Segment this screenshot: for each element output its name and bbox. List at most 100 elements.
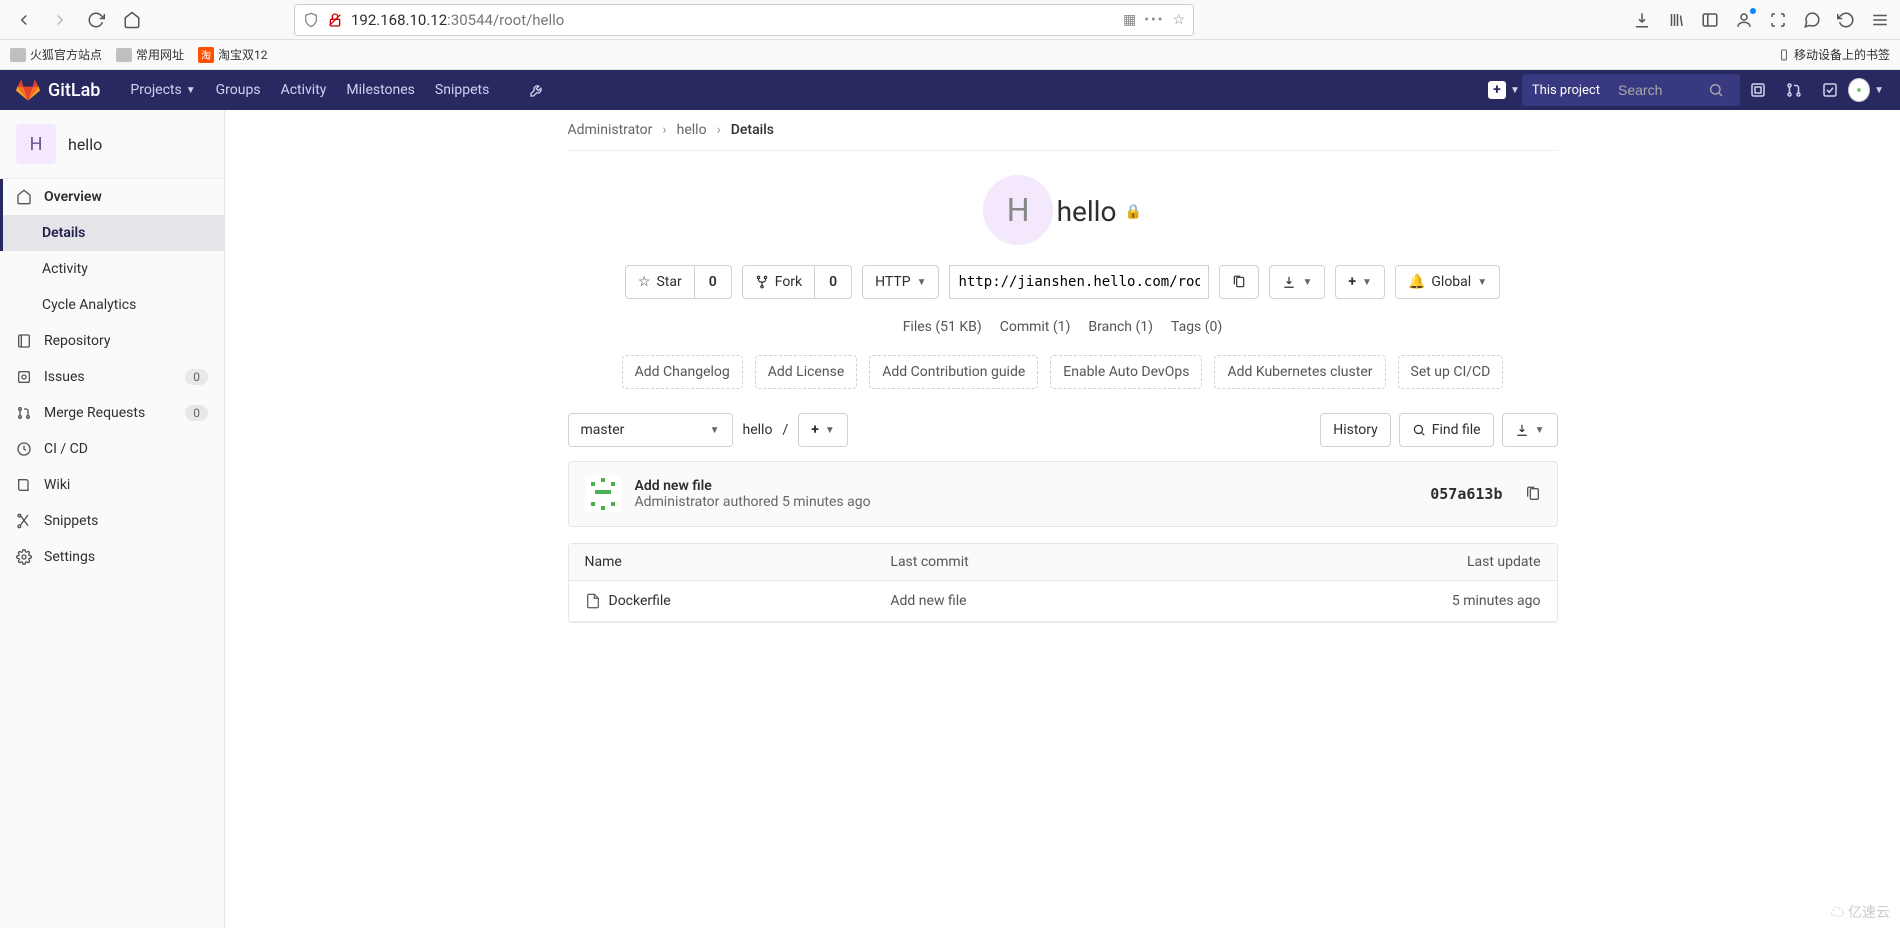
star-button[interactable]: ☆ Star (625, 265, 695, 299)
fork-count: 0 (815, 265, 852, 299)
reload-button[interactable] (82, 6, 110, 34)
sidebar-item-ci-cd[interactable]: CI / CD (0, 431, 224, 467)
clone-url-input[interactable] (949, 265, 1209, 299)
issues-shortcut-icon[interactable] (1740, 72, 1776, 108)
search-box[interactable] (1610, 74, 1740, 106)
merge-requests-shortcut-icon[interactable] (1776, 72, 1812, 108)
sidebar-item-snippets[interactable]: Snippets (0, 503, 224, 539)
col-header-name: Name (585, 554, 891, 570)
menu-icon[interactable] (1870, 10, 1890, 30)
download-source-dropdown[interactable]: ▼ (1502, 413, 1558, 447)
nav-groups[interactable]: Groups (206, 70, 271, 110)
downloads-icon[interactable] (1632, 10, 1652, 30)
copy-url-button[interactable] (1219, 265, 1259, 299)
nav-projects[interactable]: Projects ▼ (120, 70, 205, 110)
nav-milestones[interactable]: Milestones (336, 70, 425, 110)
path-separator: / (782, 422, 788, 438)
bookmark-item[interactable]: 淘淘宝双12 (198, 46, 268, 63)
count-badge: 0 (185, 369, 208, 385)
gitlab-brand[interactable]: GitLab (48, 80, 100, 101)
chat-icon[interactable] (1802, 10, 1822, 30)
fork-button[interactable]: Fork (742, 265, 815, 299)
find-file-button[interactable]: Find file (1399, 413, 1494, 447)
sidebar-item-overview[interactable]: Overview (0, 179, 224, 215)
sidebar-sub-activity[interactable]: Activity (0, 251, 224, 287)
merge-icon (16, 405, 32, 421)
sidebar-item-merge-requests[interactable]: Merge Requests0 (0, 395, 224, 431)
nav-snippets[interactable]: Snippets (425, 70, 499, 110)
project-stats: Files (51 KB) Commit (1) Branch (1) Tags… (568, 319, 1558, 335)
project-hero: H hello 🔒 (568, 175, 1558, 245)
branch-select[interactable]: master▼ (568, 413, 733, 447)
insecure-icon (327, 12, 343, 28)
history-button[interactable]: History (1320, 413, 1391, 447)
notifications-dropdown[interactable]: 🔔 Global ▼ (1395, 265, 1500, 299)
table-row[interactable]: DockerfileAdd new file5 minutes ago (569, 581, 1557, 622)
sidebar-item-repository[interactable]: Repository (0, 323, 224, 359)
main-content: Administrator › hello › Details H hello … (225, 110, 1900, 928)
undo-icon[interactable] (1836, 10, 1856, 30)
library-icon[interactable] (1666, 10, 1686, 30)
screenshot-icon[interactable] (1768, 10, 1788, 30)
home-button[interactable] (118, 6, 146, 34)
user-menu[interactable]: ▼ (1848, 72, 1884, 108)
bookmark-item[interactable]: 火狐官方站点 (10, 46, 102, 63)
sidebar-project-header[interactable]: H hello (0, 110, 224, 179)
col-header-date: Last update (1368, 554, 1540, 570)
sidebar-sub-cycle-analytics[interactable]: Cycle Analytics (0, 287, 224, 323)
suggestion-set-up-ci-cd[interactable]: Set up CI/CD (1398, 355, 1504, 389)
page-actions-icon[interactable]: ••• (1144, 12, 1164, 28)
browser-right-toolbar (1632, 10, 1890, 30)
sidebar-item-settings[interactable]: Settings (0, 539, 224, 575)
suggestion-add-contribution-guide[interactable]: Add Contribution guide (869, 355, 1038, 389)
new-dropdown[interactable]: +▼ (1486, 72, 1522, 108)
project-sidebar: H hello OverviewDetailsActivityCycle Ana… (0, 110, 225, 928)
forward-button[interactable] (46, 6, 74, 34)
bookmark-star-icon[interactable]: ☆ (1172, 12, 1185, 28)
count-badge: 0 (185, 405, 208, 421)
account-icon[interactable] (1734, 10, 1754, 30)
sidebar-item-wiki[interactable]: Wiki (0, 467, 224, 503)
clipboard-icon (1232, 275, 1246, 289)
file-icon (585, 593, 601, 609)
url-bar[interactable]: 192.168.10.12:30544/root/hello ▦ ••• ☆ (294, 4, 1194, 36)
ci-icon (16, 441, 32, 457)
suggestion-add-license[interactable]: Add License (755, 355, 857, 389)
stat-files[interactable]: Files (51 KB) (903, 319, 982, 335)
col-header-commit: Last commit (890, 554, 1368, 570)
nav-activity[interactable]: Activity (271, 70, 337, 110)
suggestion-add-kubernetes-cluster[interactable]: Add Kubernetes cluster (1214, 355, 1385, 389)
gitlab-logo-icon (16, 78, 40, 102)
back-button[interactable] (10, 6, 38, 34)
suggestion-add-changelog[interactable]: Add Changelog (622, 355, 743, 389)
issues-icon (16, 369, 32, 385)
add-dropdown[interactable]: + ▼ (1335, 265, 1385, 299)
commit-sha[interactable]: 057a613b (1430, 485, 1502, 503)
taobao-icon: 淘 (198, 47, 214, 63)
search-scope[interactable]: This project (1522, 74, 1610, 106)
tree-path-root[interactable]: hello (743, 422, 773, 438)
clone-protocol-select[interactable]: HTTP ▼ (862, 265, 939, 299)
bookmark-item[interactable]: 常用网址 (116, 46, 184, 63)
sidebar-sub-details[interactable]: Details (0, 215, 224, 251)
mobile-bookmarks[interactable]: 移动设备上的书签 (1778, 46, 1890, 63)
breadcrumb-current: Details (731, 122, 774, 138)
sidebar-icon[interactable] (1700, 10, 1720, 30)
stat-commit[interactable]: Commit (1) (1000, 319, 1071, 335)
breadcrumb-item[interactable]: Administrator (568, 122, 653, 138)
commit-title[interactable]: Add new file (635, 478, 871, 494)
breadcrumb-item[interactable]: hello (677, 122, 707, 138)
stat-tags[interactable]: Tags (0) (1171, 319, 1222, 335)
suggestion-enable-auto-devops[interactable]: Enable Auto DevOps (1050, 355, 1202, 389)
bookmarks-bar: 火狐官方站点常用网址淘淘宝双12 移动设备上的书签 (0, 40, 1900, 70)
qr-icon[interactable]: ▦ (1123, 12, 1136, 28)
todos-shortcut-icon[interactable] (1812, 72, 1848, 108)
sidebar-item-issues[interactable]: Issues0 (0, 359, 224, 395)
copy-sha-icon[interactable] (1525, 486, 1541, 502)
admin-wrench-icon[interactable] (519, 72, 555, 108)
new-file-dropdown[interactable]: + ▼ (798, 413, 848, 447)
folder-icon (10, 48, 26, 62)
download-dropdown[interactable]: ▼ (1269, 265, 1325, 299)
stat-branch[interactable]: Branch (1) (1088, 319, 1153, 335)
search-input[interactable] (1618, 82, 1708, 98)
